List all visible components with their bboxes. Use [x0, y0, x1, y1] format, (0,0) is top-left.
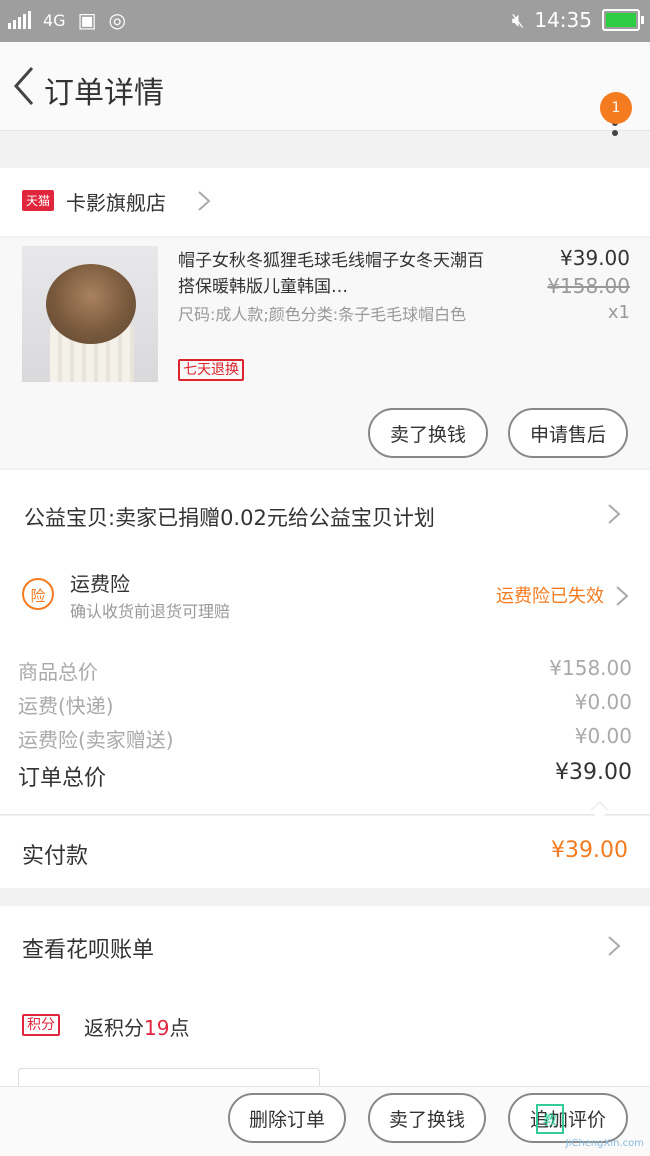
clock: 14:35	[534, 8, 592, 32]
price-summary: 商品总价 ¥158.00 运费(快递) ¥0.00 运费险(卖家赠送) ¥0.0…	[0, 634, 650, 820]
summary-value: ¥0.00	[574, 724, 632, 748]
notification-badge: 1	[600, 92, 632, 124]
product-sku: 尺码:成人款;颜色分类:条子毛毛球帽白色	[178, 305, 467, 324]
item-price: ¥39.00	[560, 246, 630, 270]
summary-label: 运费险(卖家赠送)	[18, 728, 174, 752]
charity-text: 公益宝贝:卖家已捐赠0.02元给公益宝贝计划	[24, 506, 435, 530]
order-item[interactable]: 帽子女秋冬狐狸毛球毛线帽子女冬天潮百搭保暖韩版儿童韩国… 尺码:成人款;颜色分类…	[0, 238, 650, 468]
points-row: 积分 返积分19点	[0, 988, 650, 1099]
tmall-badge: 天猫	[22, 190, 55, 211]
chat-icon: ◎	[108, 8, 126, 32]
signal-icon	[8, 11, 31, 29]
summary-label: 运费(快递)	[18, 694, 114, 718]
back-arrow-icon[interactable]	[8, 64, 40, 108]
summary-row: 商品总价 ¥158.00	[18, 656, 632, 685]
chevron-right-icon	[608, 936, 621, 956]
sell-button[interactable]: 卖了换钱	[368, 408, 488, 458]
order-total-label: 订单总价	[18, 766, 107, 791]
points-text: 返积分19点	[84, 1012, 189, 1041]
insurance-title: 运费险	[70, 572, 130, 596]
paid-label: 实付款	[22, 844, 89, 869]
product-image[interactable]	[22, 246, 158, 382]
network-label: 4G	[43, 10, 66, 30]
paid-amount-row: 实付款 ¥39.00	[0, 816, 650, 888]
seven-day-return-tag: 七天退换	[178, 359, 244, 381]
insurance-subtitle: 确认收货前退货可理赔	[70, 602, 231, 621]
add-review-button[interactable]: 追加评价	[508, 1093, 628, 1143]
points-tag: 积分	[22, 1014, 60, 1036]
delete-order-button[interactable]: 删除订单	[228, 1093, 346, 1143]
chevron-right-icon	[608, 504, 621, 524]
summary-row: 运费险(卖家赠送) ¥0.00	[18, 724, 632, 753]
navigation-bar: 订单详情 1	[0, 42, 650, 136]
summary-row: 运费(快递) ¥0.00	[18, 690, 632, 719]
shop-name[interactable]: 卡影旗舰店	[66, 187, 166, 216]
chevron-right-icon	[198, 191, 211, 211]
points-value: 19	[144, 1016, 170, 1040]
after-sale-button[interactable]: 申请售后	[508, 408, 628, 458]
huabei-bill-row[interactable]: 查看花呗账单	[0, 906, 650, 988]
item-original-price: ¥158.00	[547, 274, 630, 298]
huabei-label: 查看花呗账单	[22, 938, 155, 963]
summary-value: ¥158.00	[549, 656, 632, 680]
sell-button[interactable]: 卖了换钱	[368, 1093, 486, 1143]
image-icon: ▣	[77, 8, 97, 32]
charity-row[interactable]: 公益宝贝:卖家已捐赠0.02元给公益宝贝计划	[0, 470, 650, 560]
points-prefix: 返积分	[84, 1016, 144, 1040]
chevron-right-icon	[616, 586, 629, 606]
status-bar: 4G ▣ ◎ 🔇︎ 14:35	[0, 0, 650, 42]
page-title: 订单详情	[44, 76, 164, 111]
item-quantity: x1	[607, 302, 630, 323]
insurance-status: 运费险已失效	[496, 586, 604, 607]
points-suffix: 点	[169, 1016, 190, 1040]
shipping-insurance-row[interactable]: 险 运费险 确认收货前退货可理赔 运费险已失效	[0, 560, 650, 634]
product-title[interactable]: 帽子女秋冬狐狸毛球毛线帽子女冬天潮百搭保暖韩版儿童韩国…	[178, 248, 494, 300]
shop-row[interactable]: 天猫 卡影旗舰店	[0, 168, 650, 236]
insurance-icon: 险	[22, 578, 54, 610]
watermark-text: JiChengXin.com	[565, 1138, 644, 1149]
summary-value: ¥0.00	[574, 690, 632, 714]
summary-label: 商品总价	[18, 660, 98, 684]
battery-icon	[602, 9, 644, 31]
order-total-row: 订单总价 ¥39.00	[18, 760, 632, 792]
order-total-value: ¥39.00	[555, 760, 632, 785]
paid-value: ¥39.00	[551, 838, 628, 863]
watermark-logo-icon: 教	[536, 1104, 564, 1134]
mute-icon: 🔇︎	[511, 8, 525, 32]
